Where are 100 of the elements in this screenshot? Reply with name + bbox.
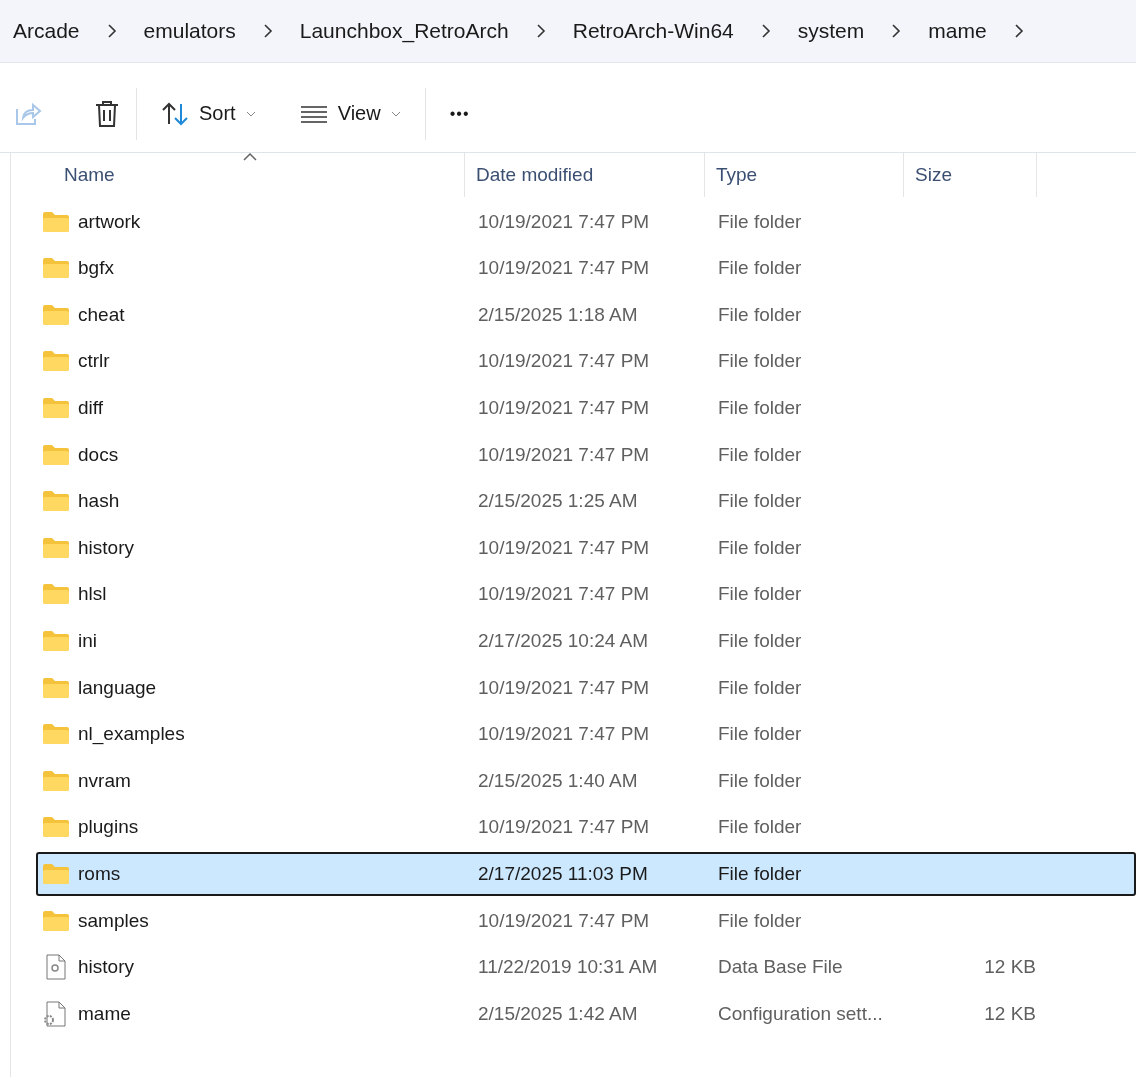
file-row[interactable]: history 10/19/2021 7:47 PM File folder [36, 525, 1136, 570]
file-row[interactable]: mame 2/15/2025 1:42 AM Configuration sett... 12 KB [36, 991, 1136, 1036]
file-type: File folder [717, 257, 803, 280]
folder-icon [42, 583, 70, 606]
date-modified: 10/19/2021 7:47 PM [477, 909, 651, 932]
date-modified: 2/15/2025 1:18 AM [477, 303, 639, 326]
file-name: language [78, 676, 157, 699]
date-modified: 10/19/2021 7:47 PM [477, 816, 651, 839]
file-size: 12 KB [983, 1002, 1036, 1025]
file-row[interactable]: docs 10/19/2021 7:47 PM File folder [36, 432, 1136, 477]
file-name: artwork [78, 210, 141, 233]
file-row[interactable]: bgfx 10/19/2021 7:47 PM File folder [36, 246, 1136, 291]
file-type: File folder [717, 909, 803, 932]
date-modified: 10/19/2021 7:47 PM [477, 676, 651, 699]
file-name: cheat [78, 303, 125, 326]
caret-icon [245, 110, 256, 117]
file-row[interactable]: nl_examples 10/19/2021 7:47 PM File folder [36, 712, 1136, 757]
date-modified: 2/17/2025 11:03 PM [477, 862, 649, 885]
chevron-right-icon[interactable] [261, 24, 274, 38]
file-row[interactable]: ctrlr 10/19/2021 7:47 PM File folder [36, 339, 1136, 384]
date-modified: 10/19/2021 7:47 PM [477, 210, 651, 233]
chevron-right-icon[interactable] [105, 24, 118, 38]
file-type: File folder [717, 443, 803, 466]
column-header[interactable]: Size [904, 153, 1037, 197]
file-row[interactable]: hlsl 10/19/2021 7:47 PM File folder [36, 572, 1136, 617]
file-row[interactable]: ini 2/17/2025 10:24 AM File folder [36, 618, 1136, 663]
breadcrumb-item[interactable]: Arcade [13, 15, 80, 47]
breadcrumb-item[interactable]: RetroArch-Win64 [572, 15, 734, 47]
file-type: File folder [717, 583, 803, 606]
date-modified: 2/15/2025 1:40 AM [477, 769, 639, 792]
folder-icon [42, 536, 70, 559]
file-row[interactable]: language 10/19/2021 7:47 PM File folder [36, 665, 1136, 710]
file-row[interactable]: cheat 2/15/2025 1:18 AM File folder [36, 292, 1136, 337]
folder-icon [42, 350, 70, 373]
folder-icon [42, 396, 70, 419]
file-row[interactable]: artwork 10/19/2021 7:47 PM File folder [36, 199, 1136, 244]
caret-icon [390, 110, 401, 117]
date-modified: 10/19/2021 7:47 PM [477, 350, 651, 373]
file-type: File folder [717, 536, 803, 559]
file-name: hash [78, 490, 120, 513]
file-type: File folder [717, 816, 803, 839]
file-name: hlsl [78, 583, 107, 606]
file-name: ctrlr [78, 350, 110, 373]
breadcrumb-item[interactable]: mame [928, 15, 987, 47]
file-row[interactable]: nvram 2/15/2025 1:40 AM File folder [36, 758, 1136, 803]
sort-button[interactable]: Sort [153, 95, 264, 132]
trash-icon[interactable] [94, 99, 120, 128]
file-row[interactable]: hash 2/15/2025 1:25 AM File folder [36, 479, 1136, 524]
file-row[interactable]: diff 10/19/2021 7:47 PM File folder [36, 385, 1136, 430]
file-name: nl_examples [78, 723, 185, 746]
file-name: mame [78, 1002, 131, 1025]
folder-icon [42, 723, 70, 746]
sort-icon [161, 101, 189, 126]
file-type: File folder [717, 676, 803, 699]
more-button[interactable]: ••• [441, 98, 478, 129]
folder-icon [42, 769, 70, 792]
breadcrumb-item[interactable]: system [797, 15, 865, 47]
date-modified: 10/19/2021 7:47 PM [477, 396, 651, 419]
column-header[interactable]: Type [705, 153, 904, 197]
file-row[interactable]: samples 10/19/2021 7:47 PM File folder [36, 898, 1136, 943]
date-modified: 10/19/2021 7:47 PM [477, 443, 651, 466]
file-name: docs [78, 443, 119, 466]
file-type: File folder [717, 303, 803, 326]
date-modified: 10/19/2021 7:47 PM [477, 257, 651, 280]
file-type: File folder [717, 490, 803, 513]
chevron-right-icon[interactable] [534, 24, 547, 38]
chevron-right-icon[interactable] [759, 24, 772, 38]
folder-icon [42, 629, 70, 652]
folder-icon [42, 862, 70, 885]
folder-icon [42, 443, 70, 466]
folder-icon [42, 909, 70, 932]
file-type: File folder [717, 862, 803, 885]
folder-icon [42, 816, 70, 839]
view-button[interactable]: View [291, 96, 409, 131]
breadcrumb-item[interactable]: emulators [143, 15, 236, 47]
folder-icon [42, 210, 70, 233]
chevron-right-icon[interactable] [1012, 24, 1025, 38]
date-modified: 10/19/2021 7:47 PM [477, 723, 651, 746]
chevron-right-icon[interactable] [890, 24, 903, 38]
date-modified: 2/15/2025 1:42 AM [477, 1002, 639, 1025]
file-type: File folder [717, 350, 803, 373]
sort-caret-icon [243, 153, 257, 161]
file-size: 12 KB [983, 956, 1036, 979]
breadcrumb-item[interactable]: Launchbox_RetroArch [299, 15, 509, 47]
date-modified: 2/17/2025 10:24 AM [477, 629, 650, 652]
column-header[interactable]: Name [36, 153, 465, 197]
file-name: samples [78, 909, 149, 932]
file-type: File folder [717, 769, 803, 792]
date-modified: 10/19/2021 7:47 PM [477, 536, 651, 559]
file-type: Data Base File [717, 956, 844, 979]
file-name: history [78, 956, 134, 979]
column-header[interactable]: Date modified [465, 153, 705, 197]
folder-icon [42, 490, 70, 513]
date-modified: 2/15/2025 1:25 AM [477, 490, 639, 513]
lines-icon [299, 104, 328, 123]
file-row[interactable]: plugins 10/19/2021 7:47 PM File folder [36, 805, 1136, 850]
date-modified: 11/22/2019 10:31 AM [477, 956, 659, 979]
file-row[interactable]: history 11/22/2019 10:31 AM Data Base File 12 KB [36, 945, 1136, 990]
file-type: File folder [717, 396, 803, 419]
file-row[interactable]: roms 2/17/2025 11:03 PM File folder [36, 851, 1136, 896]
